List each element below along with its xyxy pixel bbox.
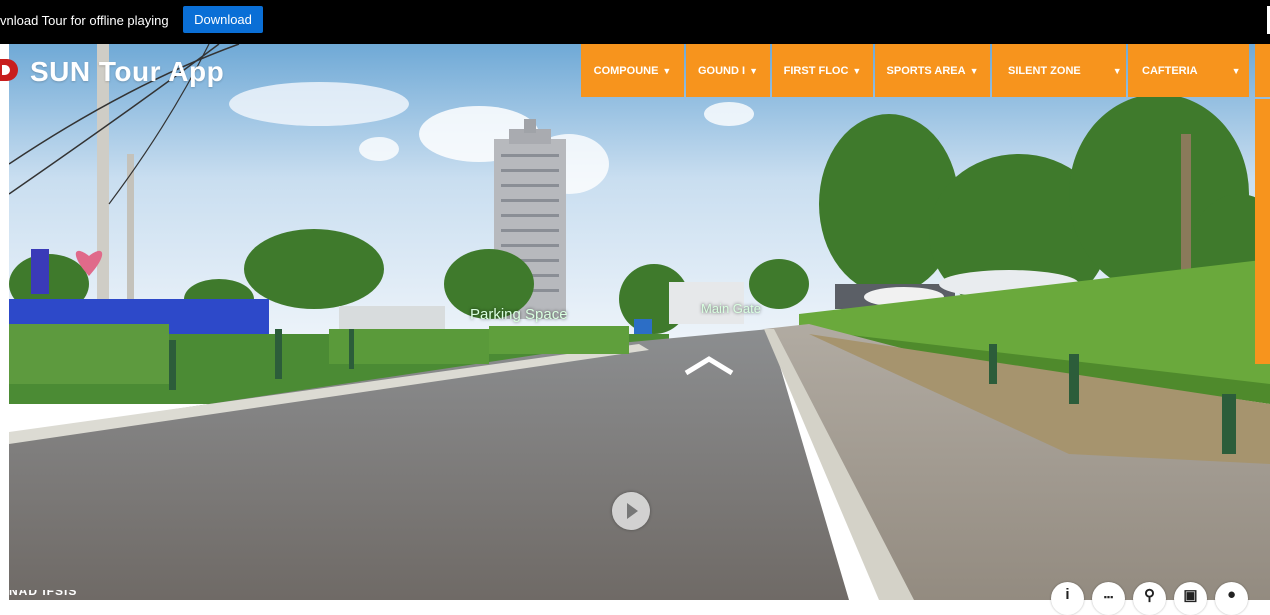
- app-logo-icon: [0, 59, 18, 81]
- tour-nav-menu: COMPOUNE ▼ GOUND I ▼ FIRST FLOC ▼ SPORTS AR…: [581, 44, 1249, 97]
- hotspot-parking-space[interactable]: Parking Space: [470, 306, 568, 323]
- map-pin-icon: ●: [1226, 586, 1237, 603]
- info-button[interactable]: i: [1051, 582, 1084, 615]
- nav-item-label: COMPOUNE: [593, 64, 659, 77]
- side-drawer-tab[interactable]: [1255, 99, 1270, 364]
- offline-download-bar: vnload Tour for offline playing Download: [0, 0, 1270, 44]
- move-forward-arrow-icon[interactable]: [682, 355, 736, 377]
- chevron-down-icon: ▼: [852, 65, 862, 76]
- app-title: SUN Tour App: [30, 56, 225, 87]
- viewer-controls: i ▪▪▪ ⚲ ▣ ●: [1051, 582, 1248, 615]
- thumbnails-button[interactable]: ▪▪▪: [1092, 582, 1125, 615]
- nav-item-cafteria[interactable]: CAFTERIA ▼: [1128, 44, 1249, 97]
- info-icon: i: [1065, 586, 1070, 603]
- nav-item-sports-area[interactable]: SPORTS AREA ▼: [875, 44, 990, 97]
- nav-item-label: SILENT ZONE: [1008, 64, 1081, 77]
- chevron-down-icon: ▼: [662, 65, 672, 76]
- chevron-down-icon: ▼: [969, 65, 979, 76]
- nav-item-label: GOUND I: [698, 64, 746, 77]
- app-header: SUN Tour App: [0, 44, 600, 98]
- gallery-icon: ▣: [1183, 587, 1198, 604]
- left-gutter: [0, 44, 9, 600]
- location-button[interactable]: ⚲: [1133, 582, 1166, 615]
- nav-item-ground-floor[interactable]: GOUND I ▼: [686, 44, 770, 97]
- partial-footer-text: NAD IFSIS: [9, 590, 109, 600]
- hotspot-main-gate[interactable]: Main Gate: [701, 301, 761, 316]
- offline-download-message: vnload Tour for offline playing: [0, 13, 169, 28]
- nav-overflow-item[interactable]: [1255, 44, 1270, 97]
- nav-item-label: FIRST FLOC: [783, 64, 849, 77]
- chevron-down-icon: ▼: [1231, 65, 1241, 76]
- location-icon: ⚲: [1144, 587, 1155, 604]
- thumbnails-icon: ▪▪▪: [1103, 592, 1114, 602]
- chevron-down-icon: ▼: [1112, 65, 1122, 76]
- map-pin-button[interactable]: ●: [1215, 582, 1248, 615]
- nav-item-label: CAFTERIA: [1142, 64, 1198, 77]
- nav-item-compound[interactable]: COMPOUNE ▼: [581, 44, 684, 97]
- nav-item-first-floor[interactable]: FIRST FLOC ▼: [772, 44, 873, 97]
- download-button[interactable]: Download: [183, 6, 263, 33]
- nav-item-label: SPORTS AREA: [886, 64, 966, 77]
- partial-footer-label: NAD IFSIS: [9, 590, 78, 598]
- autoplay-button[interactable]: [612, 492, 650, 530]
- nav-item-silent-zone[interactable]: SILENT ZONE ▼: [992, 44, 1126, 97]
- chevron-down-icon: ▼: [749, 65, 758, 76]
- gallery-button[interactable]: ▣: [1174, 582, 1207, 615]
